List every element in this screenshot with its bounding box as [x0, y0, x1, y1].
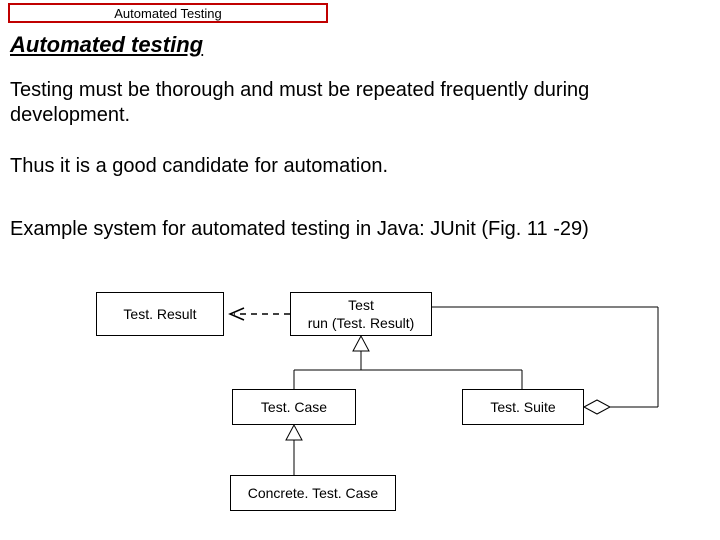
box-test: Test run (Test. Result)	[290, 292, 432, 336]
header-tab: Automated Testing	[8, 3, 328, 23]
paragraph-1: Testing must be thorough and must be rep…	[10, 78, 700, 128]
box-label-line1: Test	[348, 296, 374, 314]
paragraph-2: Thus it is a good candidate for automati…	[10, 155, 700, 178]
page-title: Automated testing	[10, 32, 203, 58]
box-test-case: Test. Case	[232, 389, 356, 425]
box-label-line2: run (Test. Result)	[308, 314, 415, 332]
box-label: Concrete. Test. Case	[248, 484, 378, 502]
box-test-suite: Test. Suite	[462, 389, 584, 425]
paragraph-3: Example system for automated testing in …	[10, 218, 710, 241]
uml-diagram: Test. Result Test run (Test. Result) Tes…	[0, 275, 720, 535]
box-test-result: Test. Result	[96, 292, 224, 336]
box-label: Test. Suite	[490, 398, 555, 416]
box-label: Test. Case	[261, 398, 327, 416]
box-concrete-test-case: Concrete. Test. Case	[230, 475, 396, 511]
box-label: Test. Result	[123, 305, 196, 323]
